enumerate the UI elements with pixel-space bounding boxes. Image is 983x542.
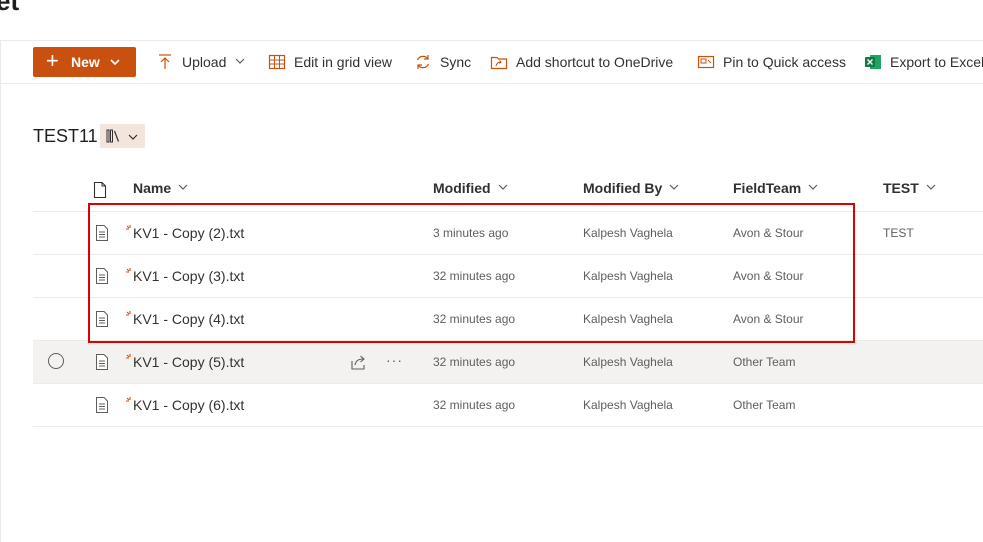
column-header-name[interactable]: Name [133,180,189,196]
pin-quick-access-button[interactable]: Pin to Quick access [697,41,846,83]
column-header-modified-by[interactable]: Modified By [583,180,680,196]
grid-icon [268,53,286,71]
modified-by-cell[interactable]: Kalpesh Vaghela [583,212,673,254]
chevron-down-icon [925,180,937,196]
export-excel-button[interactable]: Export to Excel [864,41,983,83]
file-name-link[interactable]: KV1 - Copy (3).txt [133,255,244,297]
file-name-link[interactable]: KV1 - Copy (6).txt [133,384,244,426]
text-file-icon [95,267,109,290]
fieldteam-cell: Avon & Stour [733,226,804,240]
modified-cell: 32 minutes ago [433,312,516,326]
file-name-link[interactable]: KV1 - Copy (5).txt [133,341,244,383]
file-name-link[interactable]: KV1 - Copy (2).txt [133,212,244,254]
new-button-label: New [71,54,100,70]
modified-cell: 32 minutes ago [433,269,516,283]
shortcut-icon [490,53,508,71]
fieldteam-cell: Other Team [733,355,796,369]
sync-icon [414,53,432,71]
library-title: TEST11 [33,126,98,146]
add-shortcut-button[interactable]: Add shortcut to OneDrive [490,41,673,83]
chevron-down-icon [234,54,246,70]
column-header-modified[interactable]: Modified [433,180,509,196]
text-file-icon [95,224,109,247]
modified-cell: 32 minutes ago [433,398,516,412]
table-row[interactable]: KV1 - Copy (3).txt 32 minutes ago Kalpes… [33,255,983,298]
command-bar: + New Upload Edit in grid view Sync Add … [0,40,983,84]
table-row[interactable]: KV1 - Copy (5).txt ··· 32 minutes ago Ka… [33,341,983,384]
table-row[interactable]: KV1 - Copy (6).txt 32 minutes ago Kalpes… [33,384,983,427]
chevron-down-icon [807,180,819,196]
chevron-down-icon [668,180,680,196]
test-cell: TEST [883,226,914,240]
column-header-fieldteam[interactable]: FieldTeam [733,180,819,196]
column-header-test-label: TEST [883,180,919,196]
row-select-checkbox[interactable] [48,353,64,369]
pin-quick-access-label: Pin to Quick access [723,54,846,70]
site-title: et [0,0,20,16]
fieldteam-cell: Avon & Stour [733,269,804,283]
sync-label: Sync [440,54,472,70]
file-type-header-icon[interactable] [93,181,107,204]
new-button[interactable]: + New [33,47,136,77]
column-header-fieldteam-label: FieldTeam [733,180,802,196]
text-file-icon [95,353,109,376]
chevron-down-icon [177,180,189,196]
column-header-modified-by-label: Modified By [583,180,663,196]
modified-by-cell[interactable]: Kalpesh Vaghela [583,341,673,383]
excel-icon [864,53,882,71]
table-row[interactable]: KV1 - Copy (4).txt 32 minutes ago Kalpes… [33,298,983,341]
upload-icon [156,53,174,71]
file-name-link[interactable]: KV1 - Copy (4).txt [133,298,244,340]
column-header-modified-label: Modified [433,180,491,196]
chevron-down-icon [127,130,139,148]
view-switcher[interactable] [100,124,145,148]
table-row[interactable]: KV1 - Copy (2).txt 3 minutes ago Kalpesh… [33,212,983,255]
modified-cell: 32 minutes ago [433,355,516,369]
pin-icon [697,53,715,71]
column-header-test[interactable]: TEST [883,180,937,196]
upload-button[interactable]: Upload [156,41,246,83]
text-file-icon [95,396,109,419]
modified-by-cell[interactable]: Kalpesh Vaghela [583,255,673,297]
modified-by-cell[interactable]: Kalpesh Vaghela [583,298,673,340]
chevron-down-icon [109,55,121,71]
export-excel-label: Export to Excel [890,54,983,70]
edit-grid-button[interactable]: Edit in grid view [268,41,392,83]
upload-label: Upload [182,54,227,70]
fieldteam-cell: Other Team [733,398,796,412]
page-divider [0,40,1,542]
sync-button[interactable]: Sync [414,41,471,83]
more-actions-icon[interactable]: ··· [386,352,403,368]
edit-grid-label: Edit in grid view [294,54,393,70]
share-icon[interactable] [350,353,368,376]
library-icon [106,129,122,148]
column-header-name-label: Name [133,180,172,196]
modified-by-cell[interactable]: Kalpesh Vaghela [583,384,673,426]
fieldteam-cell: Avon & Stour [733,312,804,326]
text-file-icon [95,310,109,333]
plus-icon: + [46,48,59,73]
add-shortcut-label: Add shortcut to OneDrive [516,54,674,70]
modified-cell: 3 minutes ago [433,226,509,240]
chevron-down-icon [497,180,509,196]
